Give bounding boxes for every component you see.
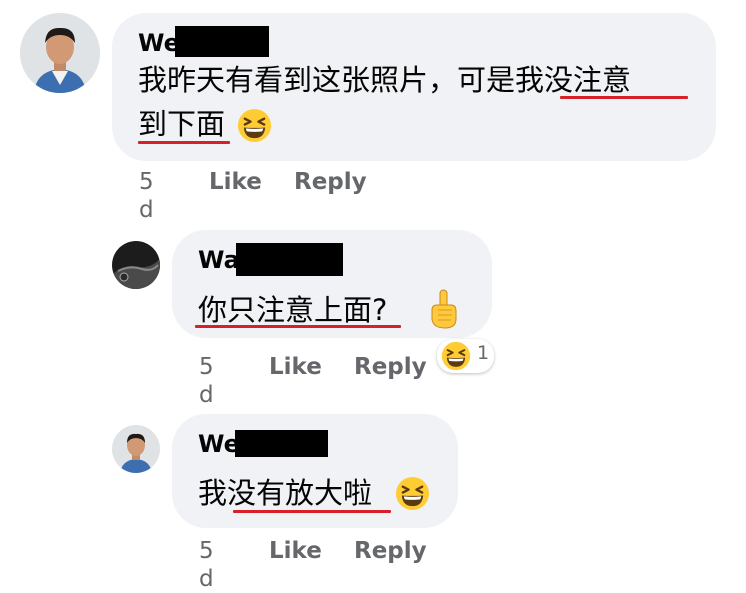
grinning-squinting-face-icon [237,108,272,143]
avatar[interactable] [112,425,160,473]
timestamp: 5 d [199,538,214,592]
avatar-photo-icon [112,425,160,473]
redaction-bar [235,430,328,457]
comment-text-line: 我没有放大啦 [198,476,373,510]
grinning-squinting-face-icon [395,476,430,511]
comment-text-line: 到下面 [138,107,226,141]
red-underline [195,325,401,328]
timestamp: 5 d [139,169,154,223]
red-underline [138,141,230,144]
like-button[interactable]: Like [269,537,322,565]
reply-button[interactable]: Reply [354,537,427,565]
reaction-count: 1 [477,342,490,364]
avatar-photo-icon [20,13,100,93]
pointing-up-hand-icon [426,288,460,330]
author-name[interactable]: We [138,29,180,57]
red-underline [233,510,391,513]
avatar[interactable] [112,241,160,289]
grinning-squinting-face-icon [441,341,471,371]
avatar-photo-icon [112,241,160,289]
reply-button[interactable]: Reply [294,168,367,196]
reply-button[interactable]: Reply [354,353,427,381]
like-button[interactable]: Like [269,353,322,381]
redaction-bar [175,26,269,57]
comment-text-line: 我昨天有看到这张照片，可是我没注意 [138,63,632,97]
redaction-bar [236,243,343,276]
like-button[interactable]: Like [209,168,262,196]
author-name[interactable]: We [198,430,240,458]
red-underline [560,96,688,99]
reaction-summary[interactable]: 1 [437,339,494,373]
avatar[interactable] [20,13,100,93]
timestamp: 5 d [199,354,214,408]
author-name[interactable]: Wa [198,246,240,274]
